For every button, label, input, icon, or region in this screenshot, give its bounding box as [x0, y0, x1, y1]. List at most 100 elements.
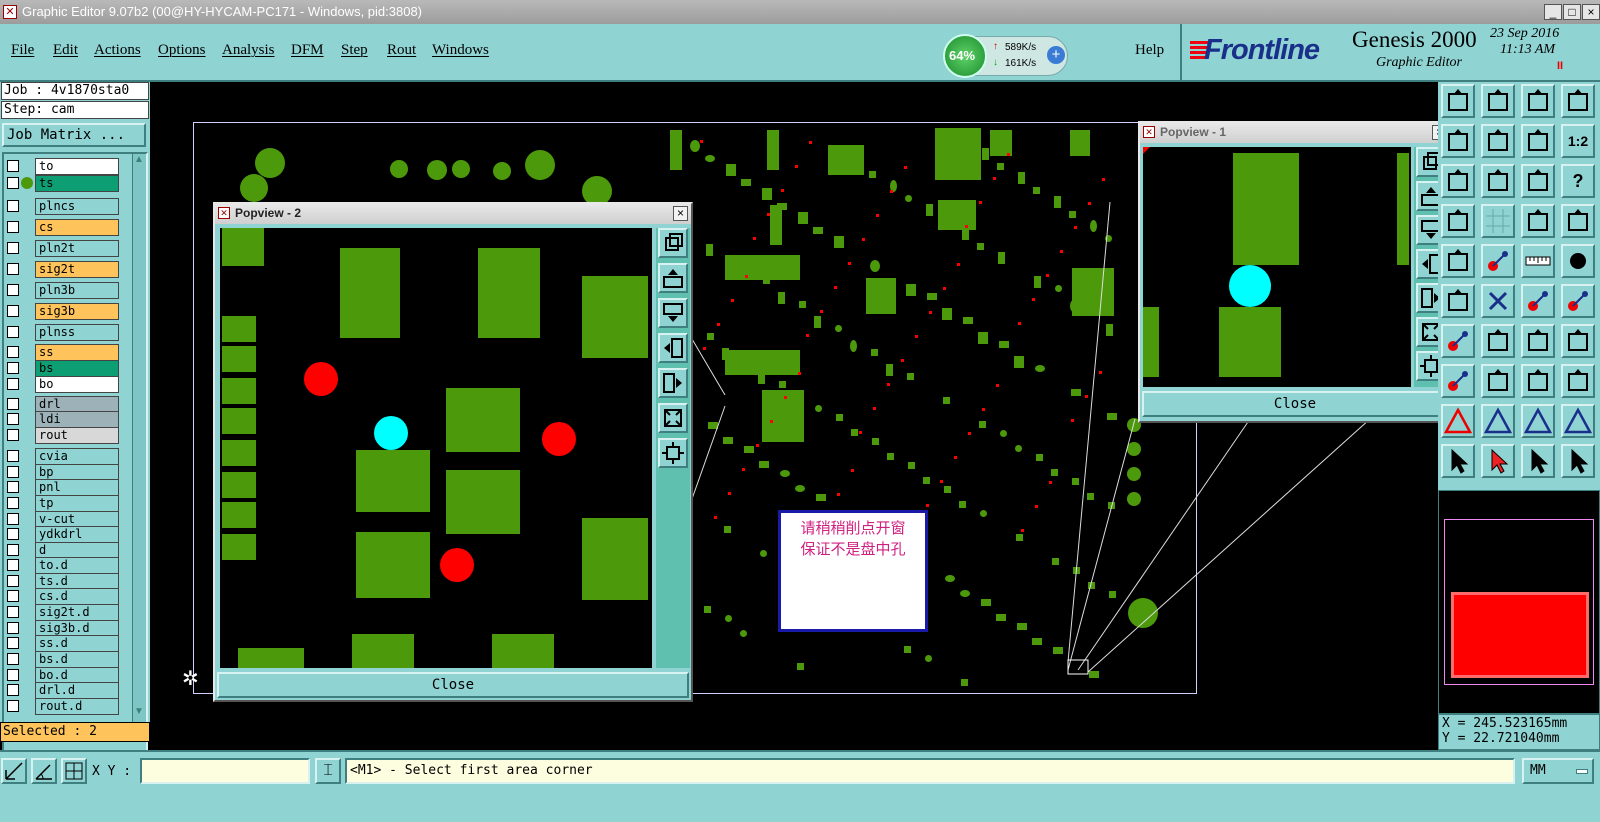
layer-row-bs.d[interactable]: bs.d	[35, 651, 119, 668]
pv2-copy-icon[interactable]	[658, 228, 688, 258]
layer-checkbox[interactable]	[7, 684, 19, 696]
line-dash-icon[interactable]	[1481, 364, 1515, 398]
menu-options[interactable]: Options	[158, 42, 206, 59]
layer-checkbox[interactable]	[7, 160, 19, 172]
layer-checkbox[interactable]	[7, 590, 19, 602]
layer-checkbox[interactable]	[7, 513, 19, 525]
popview-2-close-button[interactable]: Close	[217, 672, 689, 698]
pv2-center-icon[interactable]	[658, 438, 688, 468]
shape-select-icon[interactable]	[1561, 364, 1595, 398]
pointer-icon[interactable]	[1441, 444, 1475, 478]
layer-checkbox[interactable]	[7, 263, 19, 275]
pause-indicator[interactable]: II	[1557, 60, 1563, 72]
popview-2-canvas[interactable]	[220, 228, 652, 668]
pan-icon[interactable]	[1441, 164, 1475, 198]
measure-a-icon[interactable]	[1521, 204, 1555, 238]
home-icon[interactable]	[1521, 84, 1555, 118]
layer-row-ts[interactable]: ts	[35, 175, 119, 192]
snap-blue-icon[interactable]	[1561, 284, 1595, 318]
popview-1-close-button[interactable]: Close	[1142, 391, 1448, 417]
pv2-zoom-up-icon[interactable]	[658, 263, 688, 293]
triangle-a-icon[interactable]	[1481, 404, 1515, 438]
layer-row-ss[interactable]: ss	[35, 344, 119, 361]
line-red-icon[interactable]	[1441, 324, 1475, 358]
layer-checkbox[interactable]	[7, 284, 19, 296]
layer-row-sig3b[interactable]: sig3b	[35, 303, 119, 320]
scale-icon[interactable]	[1521, 164, 1555, 198]
menu-actions[interactable]: Actions	[94, 42, 141, 59]
freeform-icon[interactable]	[1561, 324, 1595, 358]
menu-step[interactable]: Step	[341, 42, 368, 59]
layer-row-bo[interactable]: bo	[35, 376, 119, 393]
layer-checkbox[interactable]	[7, 466, 19, 478]
ratio-icon[interactable]: 1:2	[1561, 124, 1595, 158]
close-window-button[interactable]: ×	[1582, 4, 1600, 20]
layer-row-ss.d[interactable]: ss.d	[35, 635, 119, 652]
layer-checkbox[interactable]	[7, 326, 19, 338]
menu-analysis[interactable]: Analysis	[222, 42, 275, 59]
layer-checkbox[interactable]	[7, 481, 19, 493]
angle-icon[interactable]	[31, 758, 57, 784]
pv2-pan-left-icon[interactable]	[658, 333, 688, 363]
layer-checkbox[interactable]	[7, 242, 19, 254]
layer-row-ldi[interactable]: ldi	[35, 411, 119, 428]
layer-checkbox[interactable]	[7, 346, 19, 358]
grid-icon[interactable]	[61, 758, 87, 784]
popview-2-close-x[interactable]: ×	[673, 206, 688, 221]
circle-icon[interactable]	[1561, 244, 1595, 278]
triangle-c-icon[interactable]	[1561, 404, 1595, 438]
layer-up-icon[interactable]	[1441, 84, 1475, 118]
units-dropdown[interactable]: MM	[1522, 758, 1594, 784]
layer-checkbox[interactable]	[7, 429, 19, 441]
undo-arc-icon[interactable]	[1521, 324, 1555, 358]
layer-checkbox[interactable]	[7, 177, 19, 189]
cross-icon[interactable]	[1481, 284, 1515, 318]
triangle-b-icon[interactable]	[1521, 404, 1555, 438]
layer-checkbox[interactable]	[7, 606, 19, 618]
layer-row-to[interactable]: to	[35, 158, 119, 175]
layer-row-pnl[interactable]: pnl	[35, 479, 119, 496]
layer-checkbox[interactable]	[7, 622, 19, 634]
overview-panel[interactable]	[1438, 490, 1600, 714]
menu-rout[interactable]: Rout	[387, 42, 416, 59]
measure-span-icon[interactable]	[1521, 364, 1555, 398]
layer-row-plncs[interactable]: plncs	[35, 198, 119, 215]
menu-edit[interactable]: Edit	[53, 42, 78, 59]
layer-checkbox[interactable]	[7, 559, 19, 571]
layer-row-plnss[interactable]: plnss	[35, 324, 119, 341]
layer-checkbox[interactable]	[7, 575, 19, 587]
layer-checkbox[interactable]	[7, 362, 19, 374]
minimize-button[interactable]: _	[1544, 4, 1562, 20]
layer-checkbox[interactable]	[7, 378, 19, 390]
center-icon[interactable]	[1481, 164, 1515, 198]
layer-checkbox[interactable]	[7, 221, 19, 233]
layer-row-rout[interactable]: rout	[35, 427, 119, 444]
layer-row-sig2t[interactable]: sig2t	[35, 261, 119, 278]
menu-help[interactable]: Help	[1135, 42, 1164, 59]
diagonal-icon[interactable]	[1481, 324, 1515, 358]
pointer-outline-icon[interactable]	[1521, 444, 1555, 478]
pointer-red-icon[interactable]	[1481, 444, 1515, 478]
popview-1-canvas[interactable]	[1143, 147, 1411, 387]
layer-row-ydkdrl[interactable]: ydkdrl	[35, 526, 119, 543]
measure-b-icon[interactable]	[1561, 204, 1595, 238]
layer-checkbox[interactable]	[7, 637, 19, 649]
dot-red-icon[interactable]	[1441, 364, 1475, 398]
layer-row-pln2t[interactable]: pln2t	[35, 240, 119, 257]
zoom-home-icon[interactable]	[1561, 84, 1595, 118]
grid-view-icon[interactable]	[1481, 204, 1515, 238]
ruler-icon[interactable]	[1521, 244, 1555, 278]
return-icon[interactable]	[1521, 124, 1555, 158]
layer-checkbox[interactable]	[7, 200, 19, 212]
pv2-zoom-down-icon[interactable]	[658, 298, 688, 328]
connect-icon[interactable]	[1441, 284, 1475, 318]
menu-file[interactable]: File	[11, 42, 34, 59]
angle-red-icon[interactable]	[1481, 244, 1515, 278]
copy-icon[interactable]	[1441, 124, 1475, 158]
layer-row-cs[interactable]: cs	[35, 219, 119, 236]
pv2-pan-right-icon[interactable]	[658, 368, 688, 398]
layer-row-tp[interactable]: tp	[35, 495, 119, 512]
layer-checkbox[interactable]	[7, 497, 19, 509]
layer-checkbox[interactable]	[7, 398, 19, 410]
layer-row-to.d[interactable]: to.d	[35, 557, 119, 574]
